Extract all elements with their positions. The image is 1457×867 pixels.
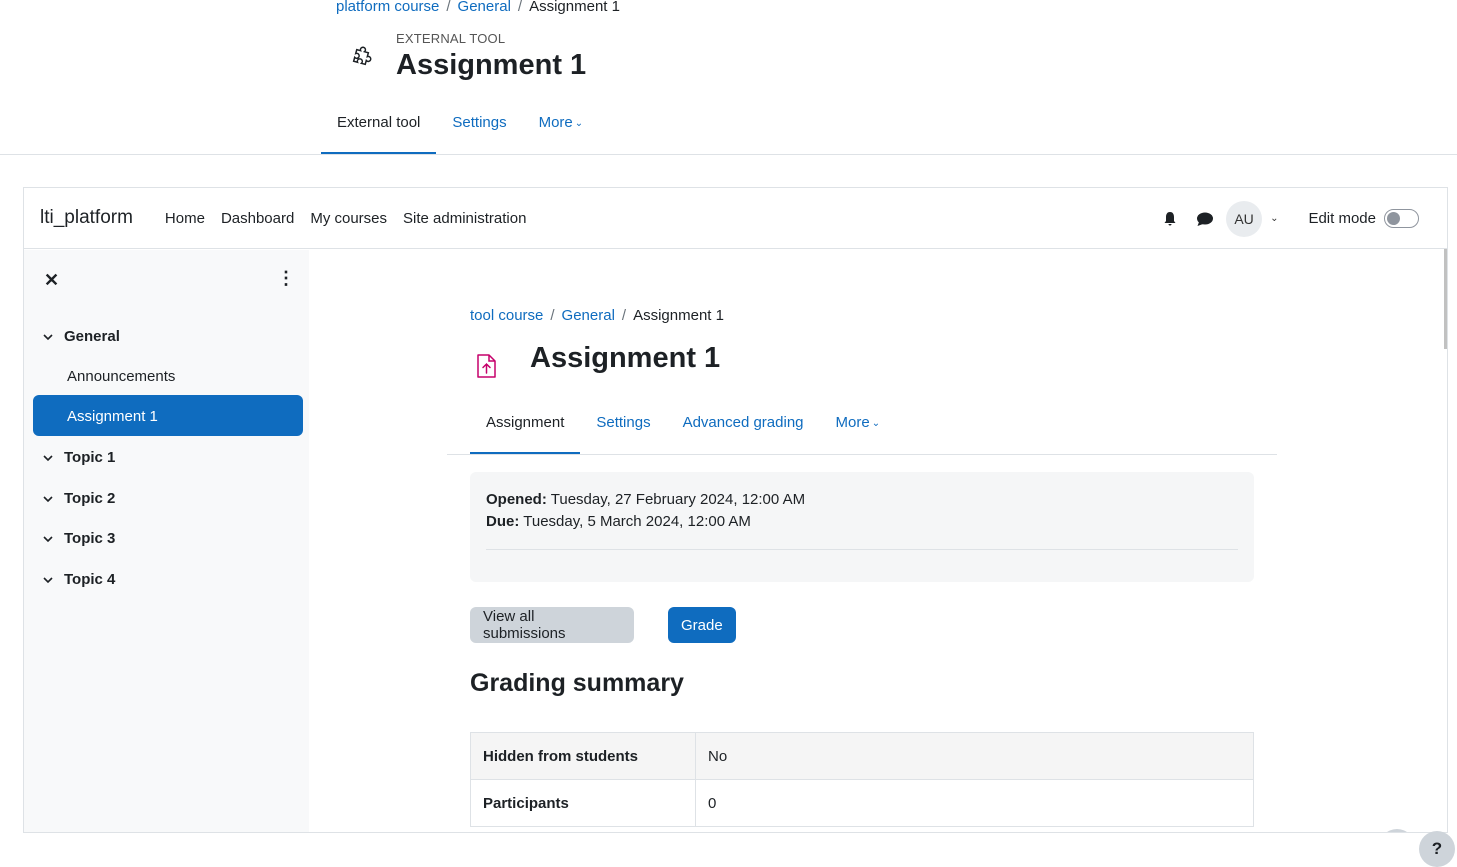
activity-dates: Opened: Tuesday, 27 February 2024, 12:00… <box>470 472 1254 582</box>
chevron-down-icon[interactable] <box>43 534 53 544</box>
primary-nav: Home Dashboard My courses Site administr… <box>157 210 535 227</box>
grading-summary-heading: Grading summary <box>470 669 684 697</box>
kebab-menu-icon[interactable]: ⋮ <box>277 269 295 287</box>
edit-mode-label: Edit mode <box>1308 210 1376 227</box>
tab-label: Settings <box>596 414 651 431</box>
course-index-drawer: ✕ ⋮ General Announcements Assignment 1 T… <box>24 250 309 832</box>
tab-label: External tool <box>337 114 421 131</box>
grading-summary-table: Hidden from students No Participants 0 <box>470 732 1254 827</box>
section-general[interactable]: General <box>43 328 120 345</box>
tab-more[interactable]: More ⌄ <box>523 104 600 155</box>
avatar-initials: AU <box>1234 210 1254 227</box>
chevron-down-icon: ⌄ <box>871 418 881 429</box>
breadcrumb: platform course / General / Assignment 1 <box>336 0 620 16</box>
site-brand[interactable]: lti_platform <box>40 207 133 229</box>
chevron-down-icon[interactable]: ⌄ <box>1270 213 1278 224</box>
breadcrumb-separator: / <box>517 0 523 15</box>
due-value: Tuesday, 5 March 2024, 12:00 AM <box>523 513 751 530</box>
opened-date: Opened: Tuesday, 27 February 2024, 12:00… <box>486 489 1238 511</box>
breadcrumb-separator: / <box>550 307 555 324</box>
tab-more[interactable]: More ⌄ <box>820 404 897 455</box>
main-content: tool course / General / Assignment 1 Assignm… <box>310 250 1447 832</box>
tab-advanced-grading[interactable]: Advanced grading <box>667 404 820 455</box>
section-topic-3[interactable]: Topic 3 <box>43 530 115 547</box>
table-row: Hidden from students No <box>470 732 1254 780</box>
table-row: Participants 0 <box>470 779 1254 827</box>
puzzle-icon <box>352 46 372 66</box>
row-value: No <box>695 732 1254 780</box>
help-button[interactable]: ? <box>1419 831 1455 867</box>
opened-label: Opened: <box>486 491 547 508</box>
divider <box>0 154 1457 155</box>
tab-external-tool[interactable]: External tool <box>321 104 437 155</box>
row-value: 0 <box>695 779 1254 827</box>
activity-assignment-1[interactable]: Assignment 1 <box>33 395 303 436</box>
divider <box>447 454 1277 455</box>
navbar-right: AU ⌄ Edit mode <box>1162 188 1447 249</box>
bell-icon[interactable] <box>1162 211 1178 227</box>
breadcrumb-separator: / <box>446 0 451 15</box>
close-icon[interactable]: ✕ <box>44 270 59 291</box>
tab-settings[interactable]: Settings <box>436 104 522 155</box>
chevron-down-icon[interactable] <box>43 494 53 504</box>
opened-value: Tuesday, 27 February 2024, 12:00 AM <box>550 491 806 508</box>
row-label: Participants <box>470 779 696 827</box>
due-label: Due: <box>486 513 520 530</box>
page-title: Assignment 1 <box>396 49 587 81</box>
activity-announcements[interactable]: Announcements <box>67 368 175 385</box>
help-button[interactable]: ? <box>1379 829 1415 832</box>
tab-settings[interactable]: Settings <box>580 404 666 455</box>
chevron-down-icon[interactable] <box>43 453 53 463</box>
tab-label: Advanced grading <box>682 414 804 431</box>
nav-home[interactable]: Home <box>157 210 213 227</box>
section-label: Topic 4 <box>64 571 116 588</box>
nav-my-courses[interactable]: My courses <box>302 210 395 227</box>
activity-type-label: EXTERNAL TOOL <box>396 31 506 46</box>
breadcrumb-link-course[interactable]: tool course <box>470 307 543 324</box>
secondary-nav: Assignment Settings Advanced grading Mor… <box>470 404 896 455</box>
tab-label: More <box>835 414 870 431</box>
view-all-submissions-button[interactable]: View all submissions <box>470 607 634 643</box>
breadcrumb-link-section[interactable]: General <box>562 307 615 324</box>
divider <box>486 549 1238 550</box>
section-label: Topic 1 <box>64 449 116 466</box>
chevron-down-icon: ⌄ <box>574 118 584 129</box>
tab-label: Assignment <box>486 414 565 431</box>
breadcrumb-link-course[interactable]: platform course <box>336 0 439 15</box>
chat-icon[interactable] <box>1196 211 1214 227</box>
page-title: Assignment 1 <box>530 342 721 374</box>
breadcrumb-current: Assignment 1 <box>529 0 620 15</box>
breadcrumb-current: Assignment 1 <box>633 307 724 324</box>
section-topic-1[interactable]: Topic 1 <box>43 449 115 466</box>
tab-label: More <box>538 114 573 131</box>
chevron-down-icon[interactable] <box>43 332 53 342</box>
section-label: Topic 2 <box>64 490 116 507</box>
edit-mode-toggle[interactable] <box>1384 209 1419 228</box>
row-label: Hidden from students <box>470 732 696 780</box>
section-label: Topic 3 <box>64 530 116 547</box>
breadcrumb-separator: / <box>621 307 627 324</box>
nav-site-administration[interactable]: Site administration <box>395 210 534 227</box>
secondary-nav: External tool Settings More ⌄ <box>321 104 599 155</box>
assignment-icon <box>477 354 496 378</box>
breadcrumb-link-section[interactable]: General <box>458 0 511 15</box>
section-label: General <box>64 328 120 345</box>
chevron-down-icon[interactable] <box>43 575 53 585</box>
navbar: lti_platform Home Dashboard My courses S… <box>24 188 1447 249</box>
section-topic-4[interactable]: Topic 4 <box>43 571 115 588</box>
grade-button[interactable]: Grade <box>668 607 736 643</box>
tab-assignment[interactable]: Assignment <box>470 404 581 455</box>
due-date: Due: Tuesday, 5 March 2024, 12:00 AM <box>486 511 1238 533</box>
tool-iframe: lti_platform Home Dashboard My courses S… <box>23 187 1448 833</box>
breadcrumb: tool course / General / Assignment 1 <box>470 307 724 324</box>
user-avatar[interactable]: AU <box>1226 200 1263 237</box>
section-topic-2[interactable]: Topic 2 <box>43 490 115 507</box>
nav-dashboard[interactable]: Dashboard <box>213 210 302 227</box>
tab-label: Settings <box>452 114 507 131</box>
